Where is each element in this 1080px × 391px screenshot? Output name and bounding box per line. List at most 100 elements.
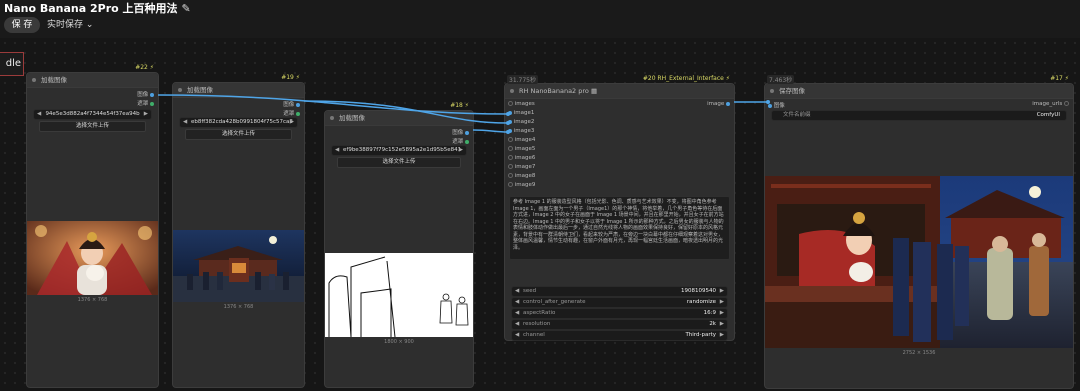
input-image1[interactable]: image1: [508, 110, 534, 116]
lightning-icon: ⚡: [295, 74, 300, 81]
preview-image-graphic: [27, 221, 158, 295]
seed-widget[interactable]: ◀ seed 1908109540 ▶: [511, 286, 728, 297]
node-title[interactable]: 加载图像: [325, 111, 473, 126]
node-title[interactable]: 保存图像: [765, 84, 1073, 99]
realtime-save-label: 实时保存: [47, 20, 84, 30]
node-title[interactable]: 加载图像: [27, 73, 158, 88]
wire-n18-image3: [472, 129, 509, 133]
input-port[interactable]: [508, 110, 512, 115]
prompt-textarea[interactable]: 参考 Image 1 的服装造型风格（包括光影、色调、质感与艺术效果）不变，将图…: [509, 196, 730, 260]
aspect-ratio-widget[interactable]: ◀ aspectRatio 16:9 ▶: [511, 308, 728, 319]
output-mask[interactable]: 遮罩: [452, 137, 469, 145]
collapse-dot[interactable]: [770, 89, 774, 93]
upload-button[interactable]: 选择文件上传: [39, 121, 146, 132]
image-select[interactable]: ◀ ef9be38897f79c152e5895a2e1d95b5e841 ▶: [331, 145, 467, 156]
collapse-dot[interactable]: [178, 88, 182, 92]
input-image8[interactable]: image8: [508, 173, 535, 179]
input-port[interactable]: [508, 182, 513, 187]
input-image7[interactable]: image7: [508, 164, 535, 170]
input-port[interactable]: [768, 103, 772, 108]
lightning-icon: ⚡: [1064, 75, 1069, 82]
output-port[interactable]: [726, 101, 730, 106]
collapse-dot[interactable]: [510, 89, 514, 93]
input-image5[interactable]: image5: [508, 146, 535, 152]
output-port[interactable]: [150, 101, 154, 106]
output-image-urls[interactable]: image_urls: [1032, 101, 1069, 107]
input-port[interactable]: [508, 137, 513, 142]
realtime-save-dropdown[interactable]: 实时保存 ⌄: [47, 17, 93, 33]
input-image6[interactable]: image6: [508, 155, 535, 161]
output-port[interactable]: [1064, 101, 1069, 106]
input-port[interactable]: [508, 119, 512, 124]
save-button[interactable]: 保 存: [4, 17, 40, 33]
output-image[interactable]: 图像: [283, 100, 300, 108]
output-image-graphic: [765, 176, 1073, 348]
image-dimensions: 1800 × 900: [384, 339, 414, 345]
input-port[interactable]: [508, 128, 512, 133]
output-image-preview: [765, 176, 1073, 348]
input-image[interactable]: 图像: [768, 101, 785, 109]
node-id: #22 ⚡: [135, 64, 154, 71]
rh-external-interface-node-20[interactable]: 31.775秒 #20 RH_External_Interface ⚡ RH N…: [504, 75, 735, 341]
top-bar: Nano Banana 2Pro 上百种用法 ✎ 保 存 实时保存 ⌄: [0, 0, 1080, 38]
input-port[interactable]: [508, 146, 513, 151]
input-image2[interactable]: image2: [508, 119, 534, 125]
output-image[interactable]: 图像: [137, 90, 154, 98]
upload-button[interactable]: 选择文件上传: [185, 129, 292, 140]
image-select[interactable]: ◀ 94e5e3d882a4f7344e54f37ea94b ▶: [33, 109, 152, 120]
preview-image-graphic: [325, 253, 473, 337]
node-id: #17 ⚡: [1050, 75, 1069, 82]
workflow-title-text: Nano Banana 2Pro 上百种用法: [4, 2, 178, 15]
input-port[interactable]: [508, 173, 513, 178]
lightning-icon: ⚡: [725, 75, 730, 82]
load-image-node-19[interactable]: #19 ⚡ 加载图像 图像 遮罩 ◀ eb8ff382cda428b0991804…: [172, 74, 305, 388]
control-after-generate-widget[interactable]: ◀ control_after_generate randomize ▶: [511, 297, 728, 308]
image-dimensions: 2752 × 1536: [902, 350, 936, 356]
input-port[interactable]: [508, 155, 513, 160]
preview-image: [173, 230, 304, 302]
filename-prefix-widget[interactable]: 文件名前缀 ComfyUI: [771, 110, 1067, 121]
output-port[interactable]: [296, 111, 300, 116]
input-images[interactable]: images: [508, 101, 535, 107]
output-port[interactable]: [150, 92, 154, 97]
collapse-dot[interactable]: [330, 116, 334, 120]
channel-widget[interactable]: ◀ channel Third-party ▶: [511, 330, 728, 341]
pencil-icon[interactable]: ✎: [182, 2, 191, 15]
output-mask[interactable]: 遮罩: [283, 109, 300, 117]
resolution-widget[interactable]: ◀ resolution 2k ▶: [511, 319, 728, 330]
execution-time: 31.775秒: [507, 75, 538, 84]
node-id: #19 ⚡: [281, 74, 300, 81]
collapse-dot[interactable]: [32, 78, 36, 82]
preview-image: [325, 253, 473, 337]
output-image[interactable]: image: [707, 101, 730, 107]
load-image-node-22[interactable]: #22 ⚡ 加载图像 图像 遮罩 ◀ 94e5e3d882a4f7344e54f3…: [26, 64, 159, 388]
upload-button[interactable]: 选择文件上传: [337, 157, 461, 168]
input-image3[interactable]: image3: [508, 128, 534, 134]
workflow-title: Nano Banana 2Pro 上百种用法 ✎: [4, 0, 191, 16]
corner-tab[interactable]: dle: [0, 52, 24, 76]
execution-time: 7.463秒: [767, 75, 795, 84]
output-port[interactable]: [465, 130, 469, 135]
node-canvas[interactable]: dle #22 ⚡ 加载图像 图像 遮罩 ◀ 94e5e3d882a4f7344e…: [0, 38, 1080, 391]
input-port[interactable]: [508, 101, 513, 106]
node-title[interactable]: RH NanoBanana2 pro ▦: [505, 84, 734, 99]
input-port[interactable]: [508, 164, 513, 169]
load-image-node-18[interactable]: #18 ⚡ 加载图像 图像 遮罩 ◀ ef9be38897f79c152e5895…: [324, 102, 474, 388]
save-image-node-17[interactable]: 7.463秒 #17 ⚡ 保存图像 图像 image_urls 文件名前缀 Com…: [764, 75, 1074, 389]
node-title[interactable]: 加载图像: [173, 83, 304, 98]
preview-image: [27, 221, 158, 295]
node-id: #20 RH_External_Interface ⚡: [642, 75, 730, 82]
image-dimensions: 1376 × 768: [77, 297, 108, 303]
input-image9[interactable]: image9: [508, 182, 535, 188]
output-port[interactable]: [465, 139, 469, 144]
node-id: #18 ⚡: [450, 102, 469, 109]
input-image4[interactable]: image4: [508, 137, 535, 143]
output-image[interactable]: 图像: [452, 128, 469, 136]
lightning-icon: ⚡: [149, 64, 154, 71]
output-mask[interactable]: 遮罩: [137, 99, 154, 107]
image-select[interactable]: ◀ eb8ff382cda428b0991804f75c57ca3 ▶: [179, 117, 298, 128]
node-info-icon: ▦: [590, 87, 598, 95]
output-port[interactable]: [296, 102, 300, 107]
lightning-icon: ⚡: [464, 102, 469, 109]
image-dimensions: 1376 × 768: [223, 304, 254, 310]
